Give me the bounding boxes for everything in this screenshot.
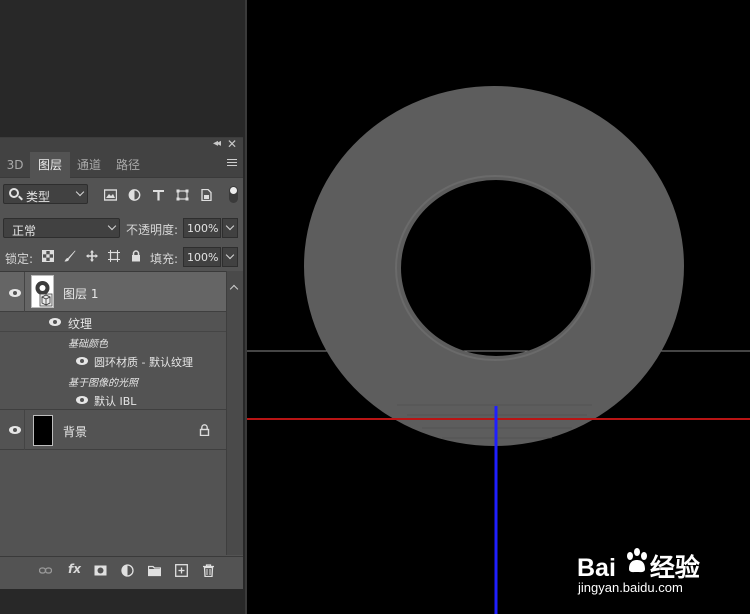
close-icon[interactable]: ✕	[227, 137, 237, 151]
torus-object	[304, 86, 684, 446]
ibl-label: 基于图像的光照	[68, 378, 138, 389]
lock-label: 锁定:	[5, 252, 34, 266]
new-layer-icon[interactable]	[175, 564, 188, 577]
layer-row-layer1[interactable]: 图层 1	[0, 272, 226, 312]
visibility-eye-icon[interactable]	[76, 357, 88, 365]
base-color-label: 基础颜色	[68, 339, 108, 350]
tab-3d[interactable]: 3D	[0, 152, 30, 178]
opacity-input[interactable]: 100%	[183, 218, 221, 238]
watermark-brand-text: Bai	[577, 554, 616, 582]
3d-scene	[247, 86, 750, 614]
ibl-group-row: 基于图像的光照	[0, 371, 226, 390]
blend-mode-value: 正常	[12, 224, 37, 238]
shape-filter-icon[interactable]	[176, 189, 189, 201]
paw-logo-icon	[627, 548, 647, 573]
watermark-brand-suffix: 经验	[649, 554, 700, 582]
3d-layer-thumbnail	[31, 275, 54, 308]
visibility-eye-icon[interactable]	[76, 396, 88, 404]
filter-kind-label: 类型	[26, 190, 51, 204]
tab-layers[interactable]: 图层	[30, 152, 70, 178]
image-filter-icon[interactable]	[104, 189, 117, 201]
layers-panel: ◂◂ ✕ 3D 图层 通道 路径 类型 正常 不透明度: 100% 锁定: 填充…	[0, 137, 243, 589]
visibility-eye-icon[interactable]	[9, 289, 21, 297]
layer-list: 图层 1 纹理 基础颜色 圆环材质 - 默认纹理 基于图像的光照 默认 IBL …	[0, 271, 243, 555]
type-filter-icon[interactable]	[152, 189, 165, 201]
lock-transparent-pixels-icon[interactable]	[42, 250, 54, 262]
document-canvas[interactable]	[247, 0, 750, 614]
fill-dropdown[interactable]	[222, 247, 238, 267]
material-label: 圆环材质 - 默认纹理	[94, 356, 193, 369]
visibility-eye-icon[interactable]	[49, 318, 61, 326]
blend-row: 正常 不透明度: 100%	[0, 216, 243, 238]
watermark-site: jingyan.baidu.com	[578, 580, 683, 595]
panel-menu-icon[interactable]	[227, 159, 237, 168]
fill-input[interactable]: 100%	[183, 247, 221, 267]
visibility-eye-icon[interactable]	[9, 426, 21, 434]
lock-row: 锁定: 填充: 100%	[0, 245, 243, 267]
collapse-panel-icon[interactable]: ◂◂	[213, 138, 221, 149]
adjustment-layer-icon[interactable]	[121, 564, 134, 577]
chevron-up-icon[interactable]	[229, 284, 239, 294]
opacity-label: 不透明度:	[126, 223, 179, 237]
chevron-down-icon	[107, 221, 117, 231]
blend-mode-select[interactable]: 正常	[3, 218, 120, 238]
chevron-down-icon	[225, 250, 235, 260]
torus-inner-edge	[395, 175, 595, 361]
texture-group-label: 纹理	[68, 317, 93, 331]
tab-paths[interactable]: 路径	[108, 152, 148, 178]
background-thumbnail	[33, 415, 53, 446]
search-icon	[9, 188, 19, 198]
texture-group-row[interactable]: 纹理	[0, 312, 226, 332]
layer-name[interactable]: 背景	[63, 423, 87, 440]
opacity-dropdown[interactable]	[222, 218, 238, 238]
row-separator	[24, 410, 25, 450]
layer-row-background[interactable]: 背景	[0, 410, 226, 450]
lock-position-icon[interactable]	[86, 250, 98, 262]
layer-filter-row: 类型	[0, 178, 243, 208]
lock-icon	[199, 424, 210, 436]
layer-effects-button[interactable]: fx	[68, 562, 81, 576]
material-row[interactable]: 圆环材质 - 默认纹理	[0, 351, 226, 371]
lock-all-icon[interactable]	[130, 250, 142, 262]
panel-tab-bar: 3D 图层 通道 路径	[0, 152, 243, 178]
smart-object-filter-icon[interactable]	[200, 189, 213, 201]
layer-list-scrollbar[interactable]	[226, 271, 243, 555]
filter-toggle-switch[interactable]	[229, 186, 238, 203]
layer-name[interactable]: 图层 1	[63, 285, 98, 302]
layers-panel-footer: fx	[0, 556, 243, 584]
panel-header-bar: ◂◂ ✕	[0, 137, 243, 152]
tab-channels[interactable]: 通道	[71, 152, 107, 178]
new-group-icon[interactable]	[148, 564, 161, 577]
filter-kind-select[interactable]: 类型	[3, 184, 88, 204]
add-mask-icon[interactable]	[94, 564, 107, 577]
adjustment-filter-icon[interactable]	[128, 189, 141, 201]
lock-image-pixels-icon[interactable]	[64, 250, 76, 262]
ibl-item-row[interactable]: 默认 IBL	[0, 390, 226, 410]
chevron-down-icon	[75, 187, 85, 197]
link-layers-icon[interactable]	[39, 564, 52, 577]
lock-artboard-icon[interactable]	[108, 250, 120, 262]
chevron-down-icon	[225, 221, 235, 231]
row-separator	[24, 272, 25, 312]
fill-label: 填充:	[150, 252, 179, 266]
base-color-row: 基础颜色	[0, 332, 226, 351]
delete-layer-icon[interactable]	[202, 564, 215, 577]
ibl-item-label: 默认 IBL	[94, 395, 137, 408]
